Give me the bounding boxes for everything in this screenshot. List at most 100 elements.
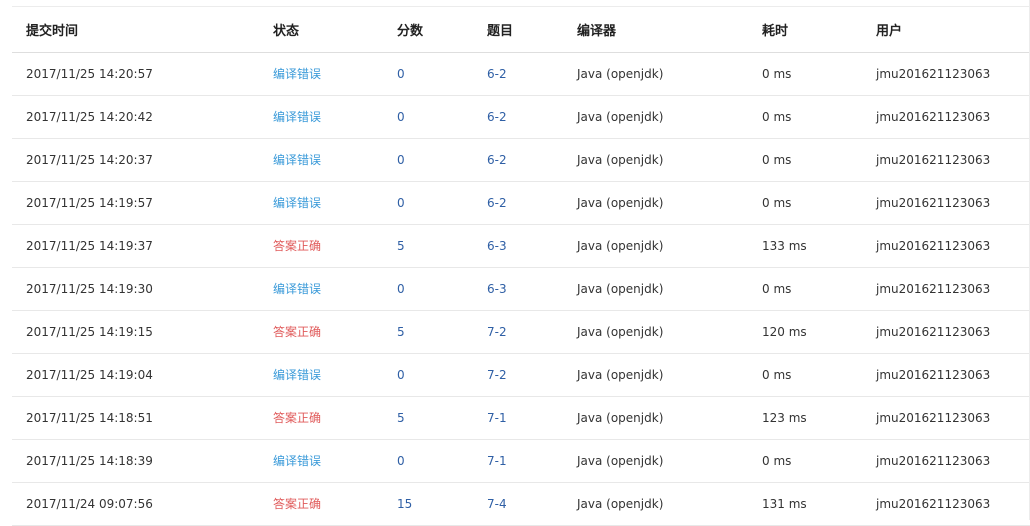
score-cell: 5 bbox=[397, 410, 405, 425]
duration-cell-container: 0 ms bbox=[748, 267, 862, 311]
table-row: 2017/11/25 14:19:30 编译错误 0 6-3 Java (openjdk… bbox=[12, 267, 1030, 311]
status-link[interactable]: 编译错误 bbox=[273, 110, 321, 124]
header-status: 状态 bbox=[259, 7, 383, 53]
compiler-cell-container: Java (openjdk) bbox=[563, 353, 748, 397]
status-link[interactable]: 答案正确 bbox=[273, 411, 321, 425]
submit-time-cell: 2017/11/24 09:07:56 bbox=[26, 496, 153, 511]
status-link-container: 答案正确 bbox=[259, 396, 383, 440]
status-link-container: 编译错误 bbox=[259, 181, 383, 225]
score-cell-container: 0 bbox=[383, 353, 473, 397]
score-cell-container: 0 bbox=[383, 95, 473, 139]
score-cell-container: 5 bbox=[383, 396, 473, 440]
problem-link[interactable]: 7-1 bbox=[487, 411, 507, 425]
problem-link[interactable]: 6-2 bbox=[487, 196, 507, 210]
compiler-cell-container: Java (openjdk) bbox=[563, 52, 748, 96]
status-link[interactable]: 答案正确 bbox=[273, 239, 321, 253]
submit-time-cell: 2017/11/25 14:18:39 bbox=[26, 453, 153, 468]
submit-time-cell: 2017/11/25 14:18:51 bbox=[26, 410, 153, 425]
status-link[interactable]: 编译错误 bbox=[273, 67, 321, 81]
submit-time-cell: 2017/11/25 14:19:04 bbox=[26, 367, 153, 382]
score-cell-container: 0 bbox=[383, 181, 473, 225]
problem-link-container: 7-1 bbox=[473, 396, 563, 440]
status-link-container: 编译错误 bbox=[259, 95, 383, 139]
header-submit-time: 提交时间 bbox=[12, 7, 259, 53]
table-row: 2017/11/25 14:18:51 答案正确 5 7-1 Java (openjdk… bbox=[12, 396, 1030, 440]
user-cell: jmu201621123063 bbox=[876, 367, 991, 382]
problem-link[interactable]: 6-2 bbox=[487, 67, 507, 81]
status-link[interactable]: 编译错误 bbox=[273, 153, 321, 167]
submit-time-cell-container: 2017/11/25 14:19:15 bbox=[12, 310, 259, 354]
score-cell-container: 0 bbox=[383, 52, 473, 96]
submissions-table-body: 2017/11/25 14:20:57 编译错误 0 6-2 Java (openjdk… bbox=[12, 52, 1030, 526]
submit-time-cell: 2017/11/25 14:19:37 bbox=[26, 238, 153, 253]
submit-time-cell-container: 2017/11/25 14:19:30 bbox=[12, 267, 259, 311]
user-cell: jmu201621123063 bbox=[876, 324, 991, 339]
table-header-row: 提交时间 状态 分数 题目 编译器 耗时 用户 bbox=[12, 7, 1030, 53]
duration-cell: 0 ms bbox=[762, 152, 792, 167]
problem-link-container: 6-3 bbox=[473, 224, 563, 268]
problem-link[interactable]: 7-2 bbox=[487, 368, 507, 382]
header-problem: 题目 bbox=[473, 7, 563, 53]
user-cell-container: jmu201621123063 bbox=[862, 138, 1030, 182]
score-cell-container: 5 bbox=[383, 310, 473, 354]
status-link[interactable]: 编译错误 bbox=[273, 282, 321, 296]
problem-link[interactable]: 7-1 bbox=[487, 454, 507, 468]
user-cell-container: jmu201621123063 bbox=[862, 181, 1030, 225]
table-row: 2017/11/25 14:19:15 答案正确 5 7-2 Java (openjdk… bbox=[12, 310, 1030, 354]
status-link[interactable]: 答案正确 bbox=[273, 325, 321, 339]
duration-cell: 0 ms bbox=[762, 367, 792, 382]
compiler-cell: Java (openjdk) bbox=[577, 152, 664, 167]
duration-cell: 0 ms bbox=[762, 109, 792, 124]
problem-link-container: 6-3 bbox=[473, 267, 563, 311]
user-cell: jmu201621123063 bbox=[876, 66, 991, 81]
problem-link-container: 6-2 bbox=[473, 95, 563, 139]
status-link[interactable]: 编译错误 bbox=[273, 368, 321, 382]
problem-link[interactable]: 6-2 bbox=[487, 110, 507, 124]
problem-link[interactable]: 6-3 bbox=[487, 282, 507, 296]
user-cell: jmu201621123063 bbox=[876, 152, 991, 167]
submit-time-cell-container: 2017/11/25 14:19:37 bbox=[12, 224, 259, 268]
problem-link[interactable]: 6-3 bbox=[487, 239, 507, 253]
problem-link-container: 6-2 bbox=[473, 181, 563, 225]
score-cell-container: 15 bbox=[383, 482, 473, 526]
user-cell-container: jmu201621123063 bbox=[862, 482, 1030, 526]
problem-link-container: 7-2 bbox=[473, 353, 563, 397]
compiler-cell-container: Java (openjdk) bbox=[563, 224, 748, 268]
user-cell-container: jmu201621123063 bbox=[862, 224, 1030, 268]
status-link[interactable]: 编译错误 bbox=[273, 454, 321, 468]
status-link[interactable]: 编译错误 bbox=[273, 196, 321, 210]
user-cell-container: jmu201621123063 bbox=[862, 353, 1030, 397]
problem-link[interactable]: 6-2 bbox=[487, 153, 507, 167]
compiler-cell-container: Java (openjdk) bbox=[563, 267, 748, 311]
score-cell: 0 bbox=[397, 453, 405, 468]
duration-cell-container: 120 ms bbox=[748, 310, 862, 354]
user-cell: jmu201621123063 bbox=[876, 238, 991, 253]
duration-cell: 131 ms bbox=[762, 496, 807, 511]
duration-cell-container: 123 ms bbox=[748, 396, 862, 440]
table-row: 2017/11/25 14:19:37 答案正确 5 6-3 Java (openjdk… bbox=[12, 224, 1030, 268]
problem-link-container: 6-2 bbox=[473, 52, 563, 96]
score-cell: 0 bbox=[397, 195, 405, 210]
table-row: 2017/11/24 09:07:56 答案正确 15 7-4 Java (openjd… bbox=[12, 482, 1030, 526]
duration-cell-container: 0 ms bbox=[748, 138, 862, 182]
problem-link[interactable]: 7-4 bbox=[487, 497, 507, 511]
submit-time-cell-container: 2017/11/25 14:19:04 bbox=[12, 353, 259, 397]
submissions-panel: 提交时间 状态 分数 题目 编译器 耗时 用户 2017/11/25 14:20… bbox=[12, 6, 1030, 526]
submit-time-cell-container: 2017/11/25 14:19:57 bbox=[12, 181, 259, 225]
submit-time-cell-container: 2017/11/25 14:20:42 bbox=[12, 95, 259, 139]
compiler-cell: Java (openjdk) bbox=[577, 324, 664, 339]
table-row: 2017/11/25 14:18:39 编译错误 0 7-1 Java (openjdk… bbox=[12, 439, 1030, 483]
score-cell: 15 bbox=[397, 496, 413, 511]
problem-link[interactable]: 7-2 bbox=[487, 325, 507, 339]
compiler-cell: Java (openjdk) bbox=[577, 109, 664, 124]
user-cell: jmu201621123063 bbox=[876, 281, 991, 296]
status-link[interactable]: 答案正确 bbox=[273, 497, 321, 511]
duration-cell-container: 0 ms bbox=[748, 95, 862, 139]
user-cell: jmu201621123063 bbox=[876, 195, 991, 210]
problem-link-container: 6-2 bbox=[473, 138, 563, 182]
submit-time-cell: 2017/11/25 14:19:30 bbox=[26, 281, 153, 296]
compiler-cell-container: Java (openjdk) bbox=[563, 138, 748, 182]
table-row: 2017/11/25 14:20:42 编译错误 0 6-2 Java (openjdk… bbox=[12, 95, 1030, 139]
status-link-container: 编译错误 bbox=[259, 52, 383, 96]
compiler-cell-container: Java (openjdk) bbox=[563, 482, 748, 526]
